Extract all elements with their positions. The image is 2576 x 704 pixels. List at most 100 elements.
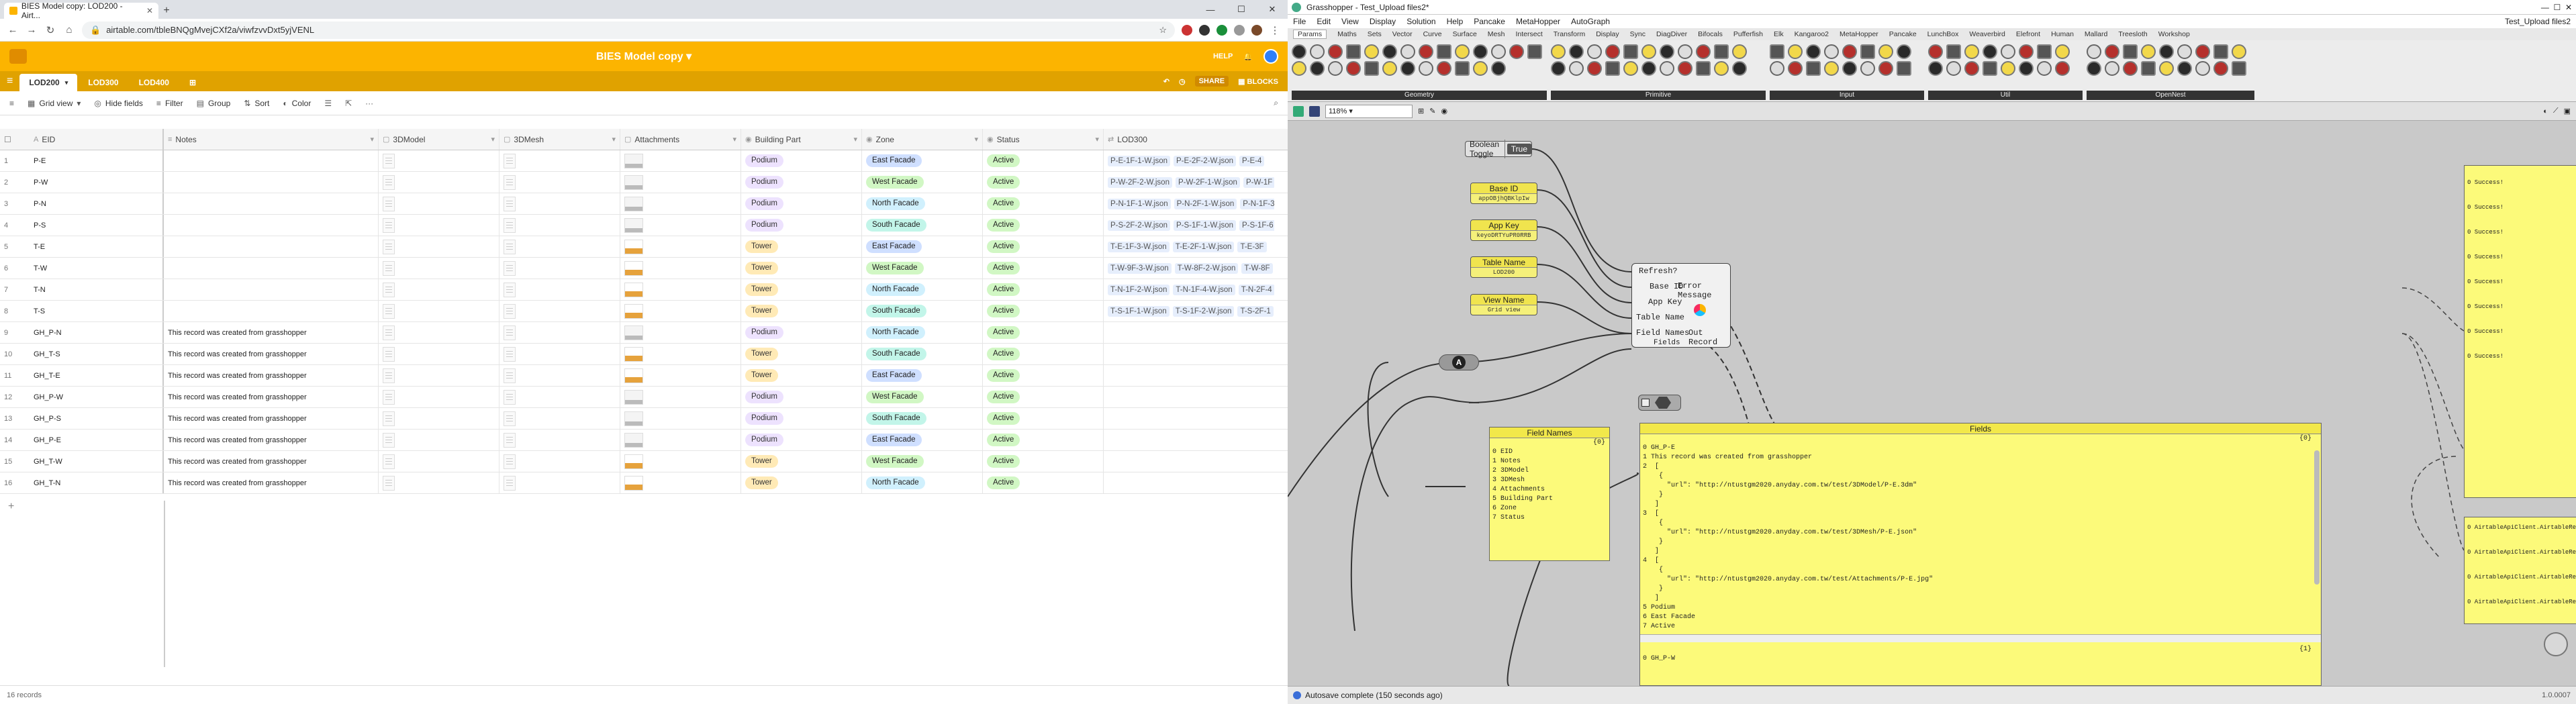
cell-building-part[interactable]: Podium bbox=[741, 150, 862, 171]
cell-status[interactable]: Active bbox=[983, 301, 1104, 321]
component-icon[interactable] bbox=[1860, 44, 1875, 59]
menu-edit[interactable]: Edit bbox=[1317, 17, 1331, 26]
cell-attachments[interactable] bbox=[620, 387, 741, 407]
sketch-icon[interactable]: ✎ bbox=[1429, 107, 1435, 115]
table-row[interactable]: 7 T-N Tower North Facade Active T-N-1F-2-W.js… bbox=[0, 279, 1288, 301]
column-header-status[interactable]: ◉ Status ▾ bbox=[983, 129, 1104, 150]
column-header-zone[interactable]: ◉ Zone ▾ bbox=[862, 129, 983, 150]
cell-attachments[interactable] bbox=[620, 472, 741, 493]
attachment-thumbnail[interactable] bbox=[624, 325, 643, 340]
gh-window-controls[interactable]: — ☐ ✕ bbox=[2541, 3, 2572, 12]
cell-notes[interactable]: This record was created from grasshopper bbox=[164, 430, 379, 450]
menu-metahopper[interactable]: MetaHopper bbox=[1516, 17, 1560, 26]
component-icon[interactable] bbox=[2213, 44, 2228, 59]
tab-lod200[interactable]: LOD200 ▾ bbox=[19, 74, 78, 91]
cell-3dmodel[interactable] bbox=[379, 387, 499, 407]
panel-fields[interactable]: Fields {0} 0 GH_P-E 1 This record was cre… bbox=[1639, 423, 2322, 686]
cell-3dmesh[interactable] bbox=[499, 365, 620, 386]
cell-3dmodel[interactable] bbox=[379, 472, 499, 493]
component-icon[interactable] bbox=[2141, 61, 2156, 76]
cell-3dmodel[interactable] bbox=[379, 150, 499, 171]
zoom-select[interactable]: 118% ▾ bbox=[1325, 104, 1413, 118]
cell-notes[interactable] bbox=[164, 193, 379, 214]
cell-lod300[interactable] bbox=[1104, 408, 1274, 429]
component-icon[interactable] bbox=[1641, 61, 1656, 76]
cell-3dmodel[interactable] bbox=[379, 258, 499, 279]
cell-eid[interactable]: P-W bbox=[30, 172, 164, 193]
component-icon[interactable] bbox=[1292, 44, 1306, 59]
tab-surface[interactable]: Surface bbox=[1453, 30, 1477, 38]
cell-notes[interactable]: This record was created from grasshopper bbox=[164, 365, 379, 386]
cell-zone[interactable]: East Facade bbox=[862, 150, 983, 171]
component-icon[interactable] bbox=[1641, 44, 1656, 59]
tab-workshop[interactable]: Workshop bbox=[2158, 30, 2190, 38]
cell-status[interactable]: Active bbox=[983, 344, 1104, 364]
component-icon[interactable] bbox=[1491, 61, 1506, 76]
cell-zone[interactable]: South Facade bbox=[862, 301, 983, 321]
cell-eid[interactable]: GH_T-S bbox=[30, 344, 164, 364]
color-button[interactable]: ◐ Color bbox=[283, 99, 311, 108]
cell-attachments[interactable] bbox=[620, 279, 741, 300]
component-icon[interactable] bbox=[2037, 44, 2052, 59]
cell-attachments[interactable] bbox=[620, 344, 741, 364]
share-button[interactable]: SHARE bbox=[1194, 76, 1229, 87]
column-header-eid[interactable]: A EID bbox=[30, 129, 164, 150]
cell-status[interactable]: Active bbox=[983, 365, 1104, 386]
cell-lod300[interactable] bbox=[1104, 387, 1274, 407]
cell-3dmodel[interactable] bbox=[379, 365, 499, 386]
component-icon[interactable] bbox=[2055, 44, 2070, 59]
display-mode-icon[interactable]: ◐ bbox=[2543, 107, 2548, 115]
cell-3dmodel[interactable] bbox=[379, 172, 499, 193]
cell-eid[interactable]: GH_T-W bbox=[30, 451, 164, 472]
view-switcher[interactable]: ▦ Grid view ▾ bbox=[28, 99, 81, 108]
help-button[interactable]: HELP bbox=[1213, 52, 1233, 60]
cell-eid[interactable]: GH_P-E bbox=[30, 430, 164, 450]
toggle-value[interactable]: True bbox=[1507, 144, 1531, 154]
cell-3dmesh[interactable] bbox=[499, 279, 620, 300]
tab-sets[interactable]: Sets bbox=[1368, 30, 1382, 38]
component-icon[interactable] bbox=[2232, 61, 2246, 76]
cell-lod300[interactable] bbox=[1104, 430, 1274, 450]
cell-eid[interactable]: T-W bbox=[30, 258, 164, 279]
cell-3dmesh[interactable] bbox=[499, 472, 620, 493]
component-icon[interactable] bbox=[1842, 61, 1857, 76]
component-icon[interactable] bbox=[1569, 44, 1584, 59]
preview-icon[interactable]: ◉ bbox=[1441, 107, 1447, 115]
component-icon[interactable] bbox=[1897, 44, 1911, 59]
component-icon[interactable] bbox=[1509, 44, 1524, 59]
cell-eid[interactable]: T-S bbox=[30, 301, 164, 321]
tab-curve[interactable]: Curve bbox=[1423, 30, 1442, 38]
component-icon[interactable] bbox=[1623, 44, 1638, 59]
component-icon[interactable] bbox=[1983, 44, 1997, 59]
column-header-notes[interactable]: ≡ Notes ▾ bbox=[164, 129, 379, 150]
panel-out-records[interactable]: 0 AirtableApiClient.AirtableRecord 0 Airt… bbox=[2464, 517, 2576, 624]
linked-record-chip[interactable]: T-W-8F bbox=[1241, 262, 1273, 274]
cell-attachments[interactable] bbox=[620, 193, 741, 214]
component-icon[interactable] bbox=[2195, 61, 2210, 76]
linked-record-chip[interactable]: P-S-1F-6 bbox=[1239, 219, 1274, 231]
cell-attachments[interactable] bbox=[620, 365, 741, 386]
cell-zone[interactable]: West Facade bbox=[862, 172, 983, 193]
component-icon[interactable] bbox=[2195, 44, 2210, 59]
cell-3dmesh[interactable] bbox=[499, 430, 620, 450]
component-icon[interactable] bbox=[1678, 44, 1692, 59]
cell-3dmesh[interactable] bbox=[499, 387, 620, 407]
component-icon[interactable] bbox=[2087, 44, 2101, 59]
cell-attachments[interactable] bbox=[620, 215, 741, 236]
component-icon[interactable] bbox=[2001, 61, 2015, 76]
cell-zone[interactable]: North Facade bbox=[862, 193, 983, 214]
component-icon[interactable] bbox=[1878, 44, 1893, 59]
component-icon[interactable] bbox=[2123, 44, 2138, 59]
linked-record-chip[interactable]: P-N-2F-1-W.json bbox=[1174, 198, 1237, 209]
search-icon[interactable]: ⌕ bbox=[1274, 98, 1278, 108]
tab-intersect[interactable]: Intersect bbox=[1515, 30, 1542, 38]
maximize-icon[interactable]: ☐ bbox=[1226, 0, 1257, 19]
table-row[interactable]: 6 T-W Tower West Facade Active T-W-9F-3-W.jso… bbox=[0, 258, 1288, 279]
component-icon[interactable] bbox=[1824, 61, 1839, 76]
add-record-button[interactable]: + bbox=[8, 501, 14, 513]
browser-tab[interactable]: BIES Model copy: LOD200 - Airt... ✕ bbox=[4, 1, 158, 20]
cell-status[interactable]: Active bbox=[983, 279, 1104, 300]
panel-error-messages[interactable]: 0 Success! 0 Success! 0 Success! 0 Success!… bbox=[2464, 165, 2576, 498]
cell-building-part[interactable]: Podium bbox=[741, 215, 862, 236]
column-header-building-part[interactable]: ◉ Building Part ▾ bbox=[741, 129, 862, 150]
